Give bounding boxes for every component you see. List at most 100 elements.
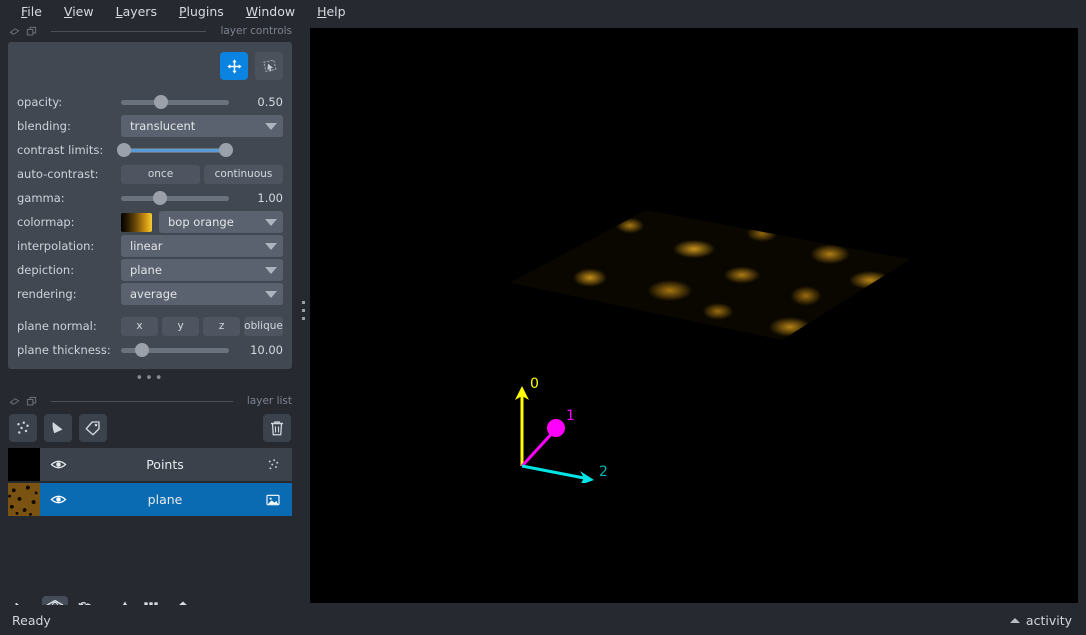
eye-icon [50,495,66,504]
trash-icon [271,421,283,436]
layer-name-label: Points [146,457,184,472]
opacity-slider-track [121,99,229,105]
plane-normal-z-button[interactable]: z [203,316,241,336]
activity-label: activity [1025,612,1072,628]
gamma-label: gamma: [17,191,65,205]
chevron-down-icon [265,290,277,298]
depiction-dropdown[interactable]: plane [121,259,283,281]
napari-viewer-window: File View Layers Plugins Window Help lay… [0,0,1086,635]
depiction-control-row: depiction: plane [17,259,283,281]
colormap-control-row: colormap: bop orange [17,211,283,233]
blending-label: blending: [17,119,71,133]
undock-window-icon[interactable] [26,26,37,37]
float-dock-icon[interactable] [9,396,20,407]
status-bar: Ready activity [0,605,1086,635]
opacity-control-row: opacity: 0.50 [17,91,283,113]
opacity-value: 0.50 [257,95,283,109]
interpolation-control-row: interpolation: linear [17,235,283,257]
undock-window-icon[interactable] [26,396,37,407]
contrast-limits-high-handle[interactable] [218,143,233,157]
pan-zoom-tool-button[interactable] [220,52,248,80]
rendering-label: rendering: [17,287,77,301]
opacity-label: opacity: [17,95,63,109]
gamma-slider-track [121,195,229,201]
layer-list-toolbar [0,409,300,448]
layer-visibility-toggle[interactable] [40,456,76,473]
blending-dropdown[interactable]: translucent [121,115,283,137]
layer-list: Points plane [8,448,292,516]
interpolation-dropdown[interactable]: linear [121,235,283,257]
colormap-label: colormap: [17,215,75,229]
colormap-dropdown[interactable]: bop orange [159,211,283,233]
layer-visibility-toggle[interactable] [40,491,76,508]
plane-normal-x-button[interactable]: x [121,316,159,336]
controls-spacer [17,307,283,315]
plane-volume-render [510,210,910,340]
layer-list-dock-header: layer list [0,393,300,409]
activity-button[interactable]: activity [1009,612,1072,628]
splitter-dot [302,300,305,304]
points-icon [17,421,29,434]
menu-layers[interactable]: Layers [105,0,168,23]
menu-view[interactable]: View [53,0,105,23]
layer-thumbnail [8,448,40,481]
colormap-value: bop orange [168,215,234,229]
auto-contrast-continuous-button[interactable]: continuous [204,164,283,184]
menu-bar: File View Layers Plugins Window Help [0,0,1086,23]
panel-resize-handle[interactable]: ••• [0,372,300,385]
layer-type-icon-cell [254,457,292,472]
opacity-slider-handle[interactable] [153,95,168,109]
new-points-layer-button[interactable] [9,414,37,442]
depiction-label: depiction: [17,263,75,277]
interpolation-label: interpolation: [17,239,95,253]
layer-controls-dock-header: layer controls [0,23,300,39]
left-dock: layer controls opacity: 0.50 blending: t… [0,23,300,622]
plane-thickness-handle[interactable] [134,343,149,357]
axes-widget: 0 1 2 [500,368,620,483]
dock-header-rule [51,400,233,402]
image-icon [266,494,280,505]
move-arrows-icon [226,58,242,74]
chevron-down-icon [265,218,277,226]
float-dock-icon[interactable] [9,26,20,37]
chevron-down-icon [265,242,277,250]
dock-splitter-handle[interactable] [299,290,308,330]
menu-window[interactable]: Window [235,0,306,23]
rendering-dropdown[interactable]: average [121,283,283,305]
plane-normal-oblique-button[interactable]: oblique [244,316,283,336]
new-shapes-layer-button[interactable] [44,414,72,442]
plane-normal-y-button[interactable]: y [162,316,200,336]
new-labels-layer-button[interactable] [79,414,107,442]
layer-controls-panel: opacity: 0.50 blending: translucent cont… [8,42,292,369]
transform-tool-button[interactable] [255,52,283,80]
blending-value: translucent [130,119,196,133]
gamma-control-row: gamma: 1.00 [17,187,283,209]
points-icon [268,459,278,470]
contrast-limits-low-handle[interactable] [117,143,132,157]
plane-thickness-slider[interactable] [121,341,229,359]
splitter-dot [302,308,305,312]
contrast-limits-label: contrast limits: [17,143,104,157]
menu-file[interactable]: File [10,0,53,23]
layer-row-plane[interactable]: plane [8,483,292,516]
axis-label-1: 1 [566,408,575,424]
gamma-slider-handle[interactable] [152,191,167,205]
viewer-canvas[interactable]: 0 1 2 [310,28,1078,603]
contrast-limits-slider[interactable] [117,141,233,159]
plane-thickness-value: 10.00 [250,343,283,357]
gamma-slider[interactable] [121,189,229,207]
delete-layer-button[interactable] [263,414,291,442]
layer-controls-title: layer controls [220,25,292,37]
plane-thickness-label: plane thickness: [17,343,111,357]
status-message: Ready [12,612,51,628]
auto-contrast-once-button[interactable]: once [121,164,200,184]
layer-row-points[interactable]: Points [8,448,292,481]
layer-list-title: layer list [246,395,292,407]
menu-plugins[interactable]: Plugins [168,0,235,23]
blending-control-row: blending: translucent [17,115,283,137]
contrast-limits-control-row: contrast limits: [17,139,283,161]
opacity-slider[interactable] [121,93,229,111]
dock-header-rule [51,30,207,32]
contrast-limits-span [124,148,226,152]
menu-help[interactable]: Help [306,0,357,23]
